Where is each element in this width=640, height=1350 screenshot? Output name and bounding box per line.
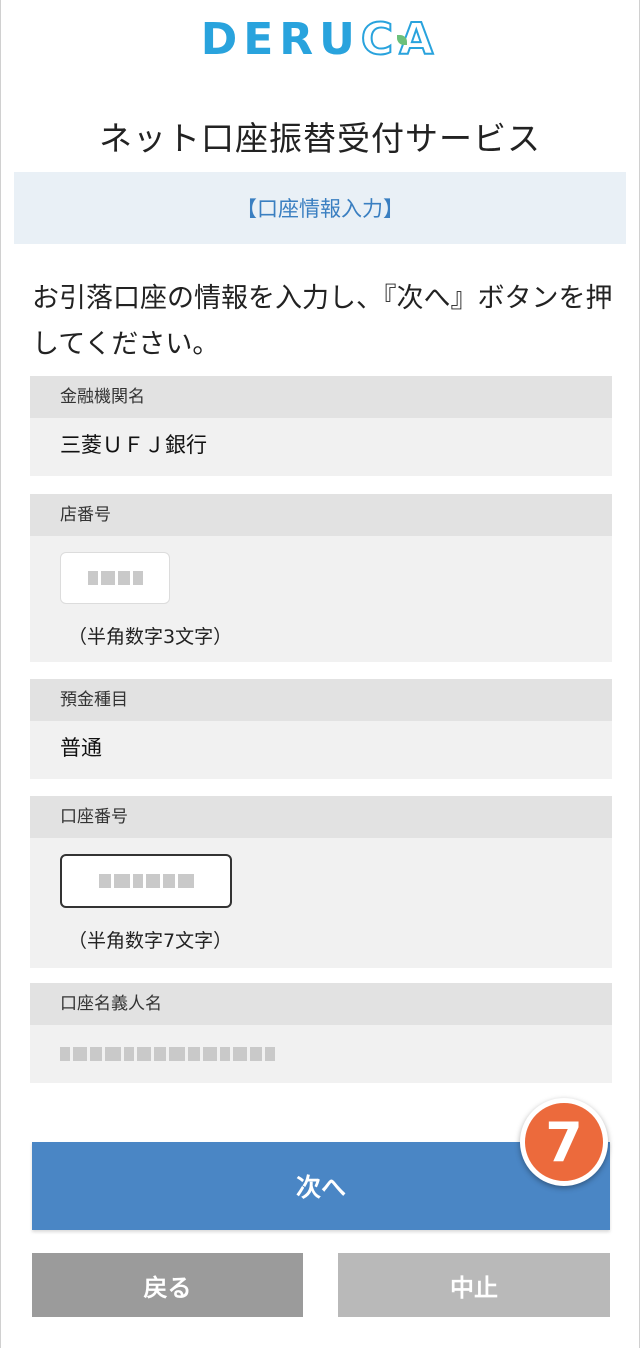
account-number-label: 口座番号 <box>30 796 612 838</box>
branch-number-field: 店番号 （半角数字3文字） <box>30 494 612 662</box>
branch-number-note: （半角数字3文字） <box>68 626 233 648</box>
account-number-note: （半角数字7文字） <box>68 930 233 952</box>
instruction-text: お引落口座の情報を入力し、『次へ』ボタンを押してください。 <box>32 283 613 360</box>
bank-name-value: 三菱ＵＦＪ銀行 <box>60 433 207 457</box>
account-holder-field: 口座名義人名 <box>30 983 612 1083</box>
account-number-field: 口座番号 （半角数字7文字） <box>30 796 612 968</box>
logo-text-ca-wrap: CA <box>360 13 439 66</box>
deruca-logo: DERUCA <box>0 13 640 66</box>
step-label: 【口座情報入力】 <box>236 197 404 221</box>
deposit-type-value: 普通 <box>60 736 102 760</box>
service-title: ネット口座振替受付サービス <box>99 119 541 158</box>
step-header: 【口座情報入力】 <box>14 172 626 244</box>
step-number-badge: 7 <box>520 1098 608 1186</box>
logo-text-deru: DERU <box>200 14 361 65</box>
account-number-input[interactable] <box>60 854 232 908</box>
branch-number-label: 店番号 <box>30 494 612 536</box>
deposit-type-field: 預金種目 普通 <box>30 679 612 779</box>
branch-number-input[interactable] <box>60 552 170 604</box>
back-button[interactable]: 戻る <box>32 1253 303 1317</box>
bank-name-field: 金融機関名 三菱ＵＦＪ銀行 <box>30 376 612 476</box>
bank-name-label: 金融機関名 <box>30 376 612 418</box>
account-holder-label: 口座名義人名 <box>30 983 612 1025</box>
account-holder-value <box>60 1047 275 1061</box>
cancel-button[interactable]: 中止 <box>338 1253 610 1317</box>
masked-value <box>87 571 143 585</box>
masked-value <box>60 1047 275 1061</box>
deposit-type-label: 預金種目 <box>30 679 612 721</box>
masked-value <box>98 874 194 888</box>
